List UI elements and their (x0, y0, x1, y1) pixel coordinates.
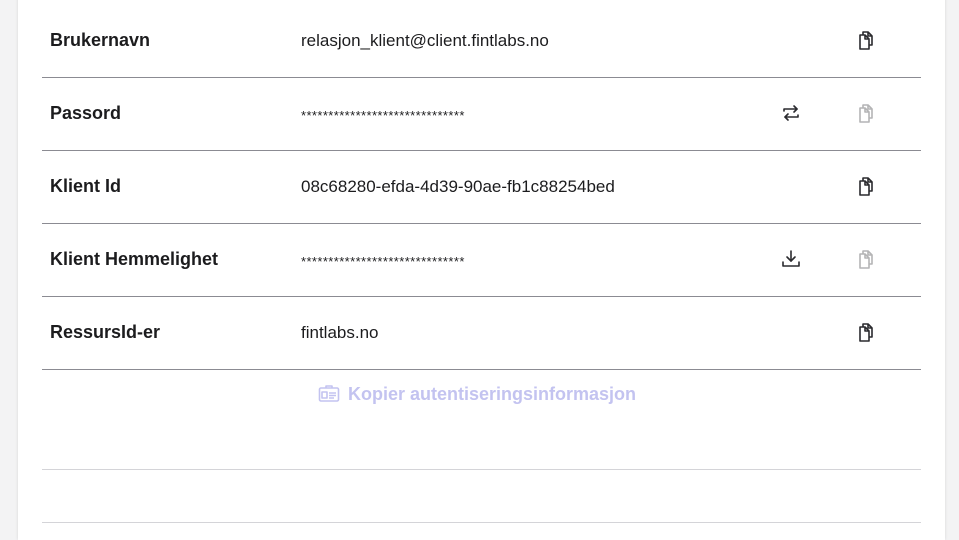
divider (42, 522, 921, 523)
password-label: Passord (50, 103, 122, 123)
username-value: relasjon_klient@client.fintlabs.no (301, 30, 549, 50)
id-card-icon (318, 385, 340, 402)
download-icon (782, 250, 800, 267)
username-label: Brukernavn (50, 30, 151, 50)
detail-row-password: Passord ****************************** (42, 77, 921, 151)
detail-row-resource-ids: RessursId-er fintlabs.no (42, 296, 921, 370)
copy-icon (859, 323, 873, 342)
copy-resource-ids-button[interactable] (852, 318, 880, 346)
detail-row-username: Brukernavn relasjon_klient@client.fintla… (42, 4, 921, 78)
client-id-label: Klient Id (50, 176, 121, 196)
password-value: ****************************** (301, 108, 465, 123)
detail-row-client-secret: Klient Hemmelighet *********************… (42, 223, 921, 297)
copy-icon (859, 31, 873, 50)
client-secret-value: ****************************** (301, 254, 465, 269)
copy-client-id-button[interactable] (852, 172, 880, 200)
copy-auth-info-button[interactable]: Kopier autentiseringsinformasjon (318, 382, 636, 406)
resource-ids-label: RessursId-er (50, 322, 161, 342)
copy-auth-info-label: Kopier autentiseringsinformasjon (348, 383, 637, 404)
copy-client-secret-button[interactable] (852, 245, 880, 273)
copy-icon (859, 177, 873, 196)
copy-username-button[interactable] (852, 26, 880, 54)
copy-password-button[interactable] (852, 99, 880, 127)
client-id-value: 08c68280-efda-4d39-90ae-fb1c88254bed (301, 176, 615, 196)
resource-ids-value: fintlabs.no (301, 322, 379, 342)
detail-row-client-id: Klient Id 08c68280-efda-4d39-90ae-fb1c88… (42, 150, 921, 224)
client-secret-label: Klient Hemmelighet (50, 249, 219, 269)
copy-icon (859, 104, 873, 123)
refresh-icon (783, 105, 799, 121)
regenerate-password-button[interactable] (777, 99, 805, 127)
divider (42, 469, 921, 470)
download-secret-button[interactable] (777, 245, 805, 273)
copy-icon (859, 250, 873, 269)
